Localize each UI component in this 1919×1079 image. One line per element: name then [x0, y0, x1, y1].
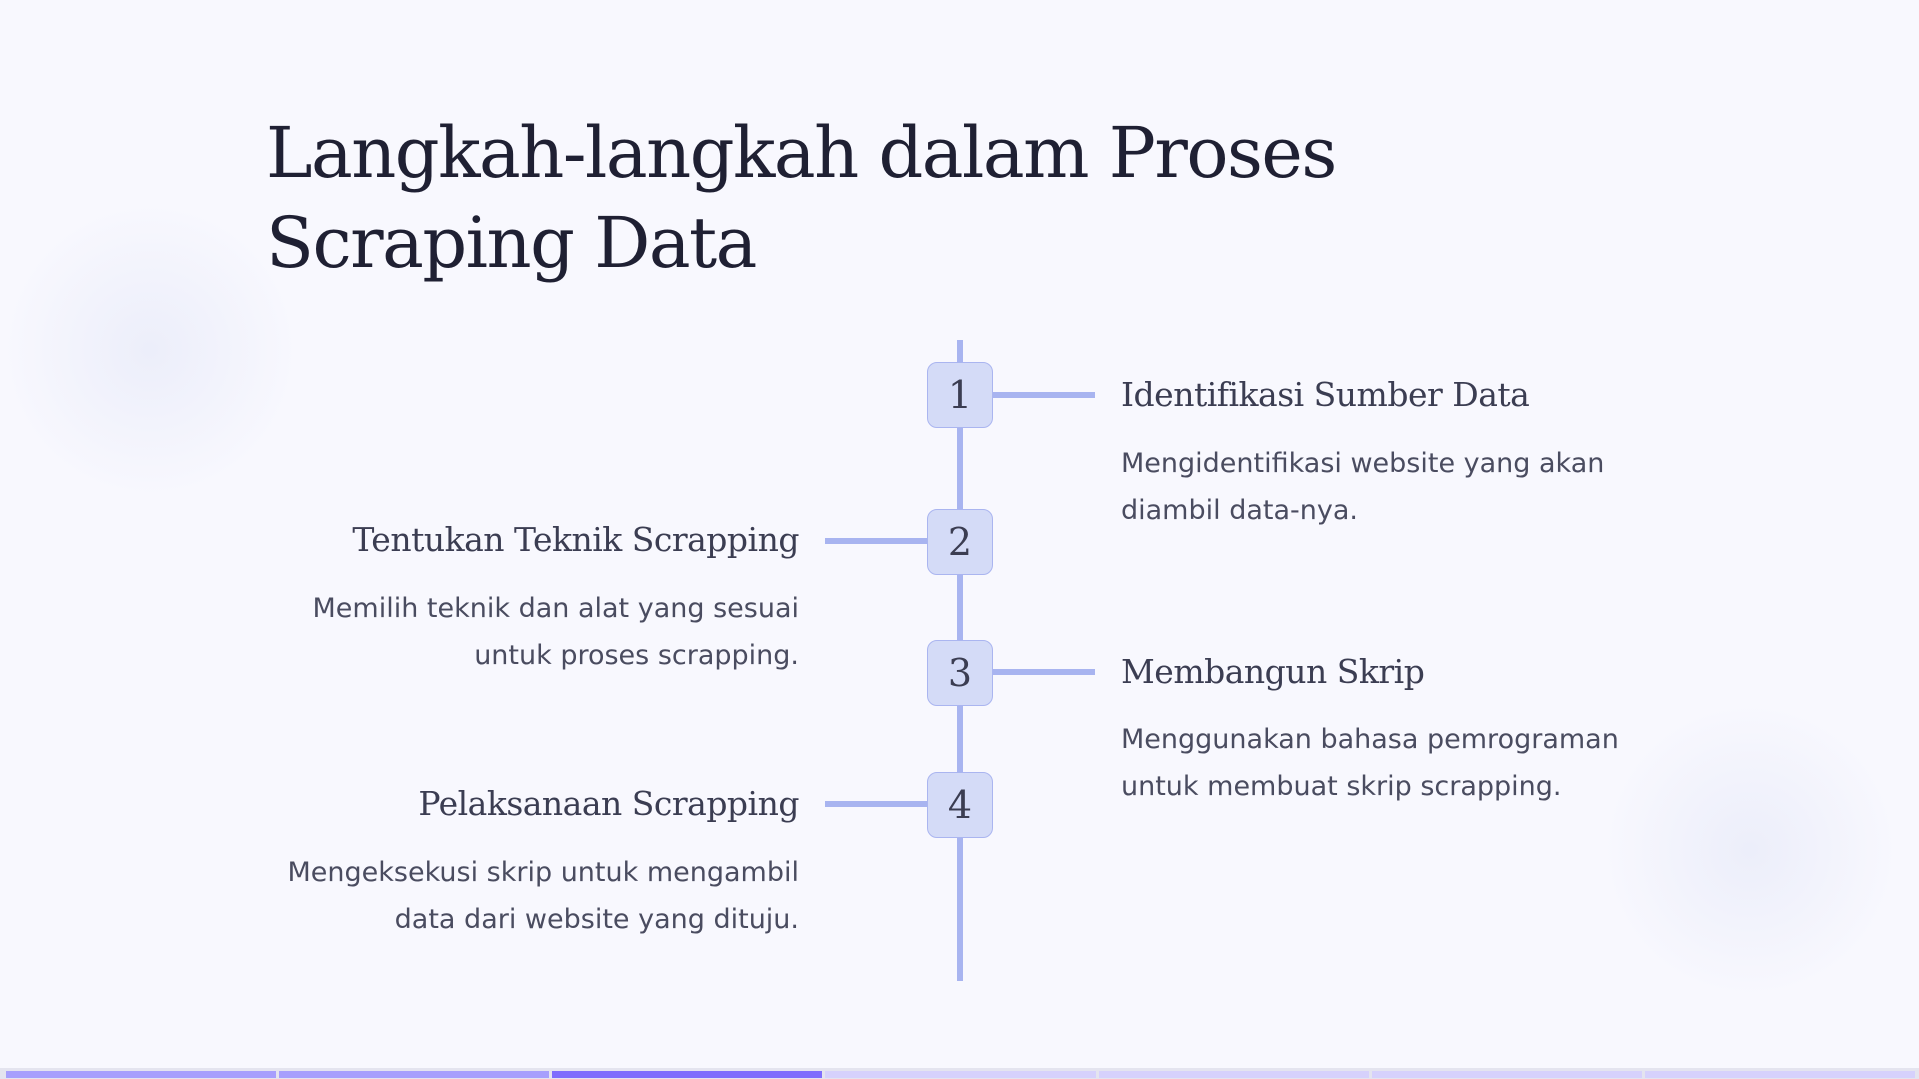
step-heading: Identifikasi Sumber Data — [1121, 375, 1530, 414]
step-heading: Membangun Skrip — [1121, 652, 1425, 691]
connector — [825, 538, 928, 544]
step-description: Menggunakan bahasa pemrograman untuk mem… — [1121, 724, 1619, 802]
progress-segment-7[interactable] — [1644, 1071, 1915, 1078]
progress-segment-3[interactable] — [552, 1071, 823, 1078]
slide-title: Langkah-langkah dalam Proses Scraping Da… — [266, 112, 1337, 284]
progress-segment-6[interactable] — [1371, 1071, 1642, 1078]
connector — [992, 669, 1095, 675]
step-number-badge: 4 — [927, 772, 993, 838]
background-glow — [0, 200, 300, 500]
step-description: Mengeksekusi skrip untuk mengambil data … — [287, 857, 799, 935]
progress-segment-2[interactable] — [279, 1071, 550, 1078]
slide-progress-bar[interactable] — [0, 1068, 1919, 1079]
progress-segment-4[interactable] — [825, 1071, 1096, 1078]
step-heading: Pelaksanaan Scrapping — [418, 784, 799, 823]
step-description: Mengidentifikasi website yang akan diamb… — [1121, 448, 1605, 526]
step-heading: Tentukan Teknik Scrapping — [352, 520, 799, 559]
step-description: Memilih teknik dan alat yang sesuai untu… — [312, 593, 799, 671]
connector — [992, 392, 1095, 398]
progress-segment-1[interactable] — [6, 1071, 277, 1078]
step-number-badge: 1 — [927, 362, 993, 428]
step-number-badge: 2 — [927, 509, 993, 575]
connector — [825, 801, 928, 807]
progress-segment-5[interactable] — [1098, 1071, 1369, 1078]
step-number-badge: 3 — [927, 640, 993, 706]
